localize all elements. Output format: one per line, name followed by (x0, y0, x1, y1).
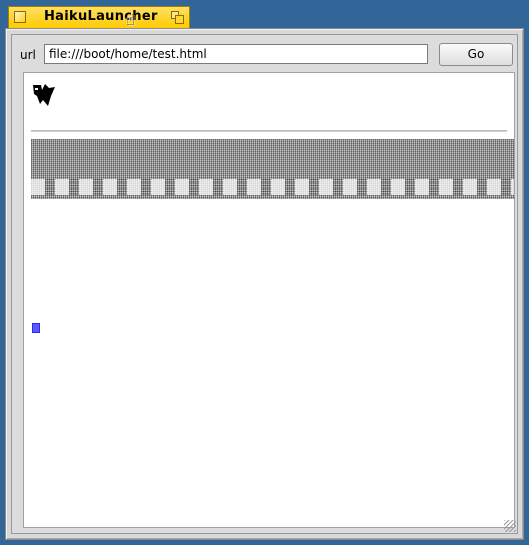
inline-link-image[interactable] (32, 323, 40, 333)
url-label: url (20, 48, 36, 62)
go-button[interactable]: Go (439, 43, 513, 66)
window-title: HaikuLauncher (44, 9, 158, 24)
window-frame: url file:///boot/home/test.html Go (5, 28, 524, 540)
zoom-box-icon[interactable] (171, 11, 184, 24)
url-input[interactable]: file:///boot/home/test.html (44, 44, 428, 64)
window-content: url file:///boot/home/test.html Go (11, 34, 518, 534)
horizontal-rule (31, 130, 507, 132)
web-view[interactable] (23, 72, 515, 528)
window-tab[interactable]: HaikuLauncher (8, 6, 190, 28)
hand-pointer-icon: ☝ (126, 11, 136, 29)
broken-glyph-image (33, 84, 55, 106)
resize-grip-icon[interactable] (504, 520, 516, 532)
garbled-image (31, 139, 514, 199)
close-box-icon[interactable] (14, 11, 26, 23)
